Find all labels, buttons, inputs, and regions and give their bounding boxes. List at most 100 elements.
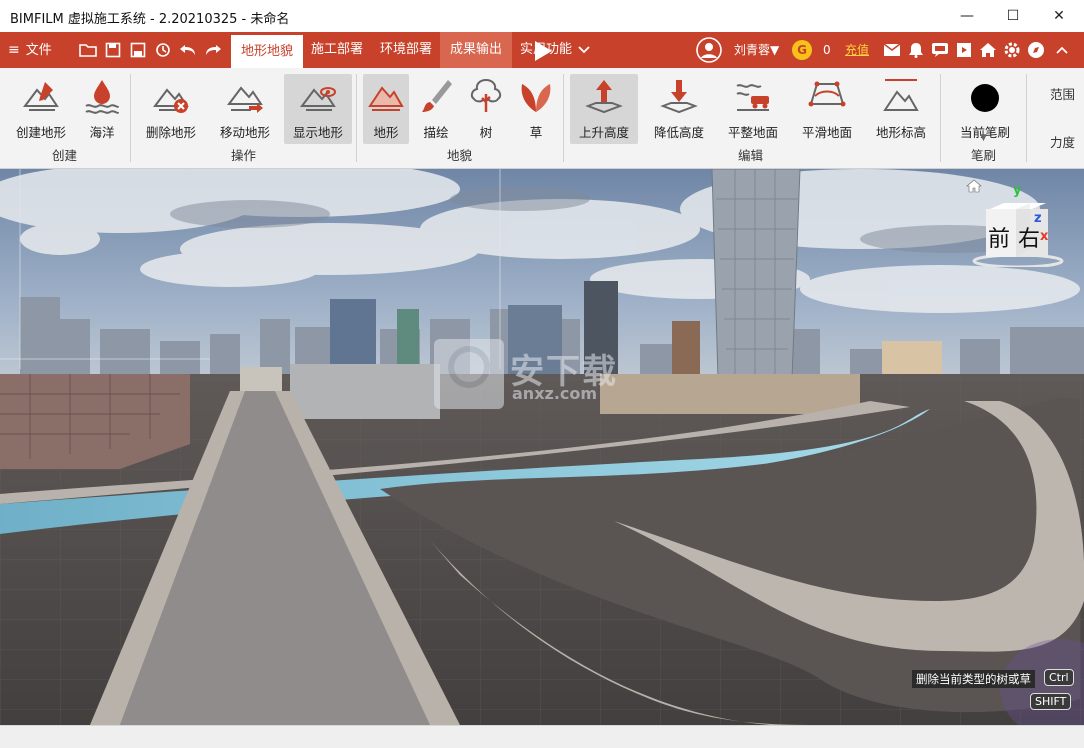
tab-terrain[interactable]: 地形地貌: [231, 35, 304, 68]
move-terrain-icon: [223, 74, 267, 118]
chevron-down-icon[interactable]: ▼: [980, 133, 987, 143]
delete-terrain-button[interactable]: 删除地形: [140, 74, 202, 144]
group-label-operate: 操作: [231, 148, 257, 163]
create-terrain-icon: [19, 74, 63, 118]
delete-terrain-label: 删除地形: [145, 125, 196, 140]
hint-panel: 删除当前类型的树或草 Ctrl SHIFT: [912, 669, 1082, 713]
3d-viewport[interactable]: y x z 前 右 删除当前类型的树或草 Ctrl SHIFT 安下载 anxz…: [0, 169, 1084, 725]
group-label-brush: 笔刷: [971, 148, 997, 163]
cube-right-face[interactable]: 右: [1018, 221, 1040, 253]
group-divider: [563, 74, 564, 162]
message-icon[interactable]: [930, 40, 950, 60]
compass-icon[interactable]: [1026, 40, 1046, 60]
tab-construction[interactable]: 施工部署: [301, 32, 373, 68]
smooth-ground-button[interactable]: 平滑地面: [796, 74, 858, 144]
brush-icon: [414, 74, 458, 118]
mail-icon[interactable]: [882, 40, 902, 60]
strength-label: 力度: [1050, 135, 1076, 150]
delete-terrain-icon: [149, 74, 193, 118]
file-menu[interactable]: ≡ 文件: [8, 32, 52, 68]
terrain-elevation-icon: [879, 74, 923, 118]
terrain-paint-label: 地形: [373, 125, 399, 140]
play-icon[interactable]: [533, 40, 553, 66]
scene-render: [0, 169, 1084, 725]
lower-height-label: 降低高度: [653, 125, 704, 140]
flatten-ground-icon: [731, 74, 775, 118]
grass-icon: [514, 74, 558, 118]
minimize-button[interactable]: —: [944, 0, 990, 32]
group-label-edit: 编辑: [738, 148, 764, 163]
axis-y-label: y: [1013, 183, 1022, 198]
axis-x-label: x: [1040, 229, 1049, 244]
video-icon[interactable]: [954, 40, 974, 60]
range-label: 范围: [1050, 87, 1076, 102]
raise-height-label: 上升高度: [578, 125, 629, 140]
move-terrain-button[interactable]: 移动地形: [214, 74, 276, 144]
group-divider: [940, 74, 941, 162]
collapse-icon[interactable]: [1052, 40, 1072, 60]
home-view-icon[interactable]: [966, 179, 982, 197]
cube-front-face[interactable]: 前: [988, 221, 1010, 253]
draw-label: 描绘: [423, 125, 449, 140]
tree-icon: [464, 74, 508, 118]
draw-button[interactable]: 描绘: [414, 74, 458, 144]
ocean-button[interactable]: 海洋: [78, 74, 126, 144]
grass-button[interactable]: 草: [514, 74, 558, 144]
coin-balance: 0: [823, 43, 831, 57]
history-icon[interactable]: [153, 40, 173, 60]
ocean-label: 海洋: [89, 125, 115, 140]
gear-icon[interactable]: [1002, 40, 1022, 60]
group-label-landform: 地貌: [447, 148, 473, 163]
brush-preview-icon: [963, 74, 1007, 118]
hint-text: 删除当前类型的树或草: [912, 670, 1035, 688]
close-button[interactable]: ✕: [1036, 0, 1082, 32]
undo-icon[interactable]: [178, 40, 198, 60]
flatten-ground-button[interactable]: 平整地面: [722, 74, 784, 144]
tab-output[interactable]: 成果输出: [440, 32, 513, 68]
terrain-paint-icon: [364, 74, 408, 118]
maximize-button[interactable]: ☐: [990, 0, 1036, 32]
terrain-paint-button[interactable]: 地形: [363, 74, 409, 144]
ocean-icon: [80, 74, 124, 118]
lower-height-button[interactable]: 降低高度: [648, 74, 710, 144]
group-divider: [356, 74, 357, 162]
chevron-down-icon[interactable]: [574, 40, 594, 60]
group-divider: [130, 74, 131, 162]
status-bar: [0, 725, 1084, 748]
group-label-create: 创建: [52, 148, 78, 163]
terrain-elevation-button[interactable]: 地形标高: [870, 74, 932, 144]
save-icon[interactable]: [103, 40, 123, 60]
lower-height-icon: [657, 74, 701, 118]
recharge-link[interactable]: 充值: [845, 32, 869, 68]
folder-open-icon[interactable]: [78, 40, 98, 60]
view-cube[interactable]: y x z 前 右: [968, 183, 1068, 269]
hamburger-icon: ≡: [8, 42, 20, 58]
file-menu-label: 文件: [25, 43, 52, 58]
group-divider: [1026, 74, 1027, 162]
create-terrain-label: 创建地形: [15, 125, 66, 140]
watermark-subtext: anxz.com: [512, 384, 598, 403]
user-menu[interactable]: 刘青蓉▼: [734, 32, 779, 68]
raise-height-button[interactable]: 上升高度: [570, 74, 638, 144]
create-terrain-button[interactable]: 创建地形: [10, 74, 72, 144]
terrain-elevation-label: 地形标高: [875, 125, 926, 140]
show-terrain-icon: [296, 74, 340, 118]
raise-height-icon: [582, 74, 626, 118]
flatten-ground-label: 平整地面: [727, 125, 778, 140]
shift-key-badge: SHIFT: [1030, 693, 1072, 710]
bell-icon[interactable]: [906, 40, 926, 60]
tab-environment[interactable]: 环境部署: [370, 32, 442, 68]
show-terrain-button[interactable]: 显示地形: [284, 74, 352, 144]
move-terrain-label: 移动地形: [219, 125, 270, 140]
save-as-icon[interactable]: [128, 40, 148, 60]
title-bar: BIMFILM 虚拟施工系统 - 2.20210325 - 未命名 — ☐ ✕: [0, 0, 1084, 32]
ctrl-key-badge: Ctrl: [1044, 669, 1074, 686]
grass-label: 草: [529, 125, 543, 140]
smooth-ground-icon: [805, 74, 849, 118]
redo-icon[interactable]: [203, 40, 223, 60]
avatar[interactable]: [696, 37, 722, 63]
home-icon[interactable]: [978, 40, 998, 60]
tree-button[interactable]: 树: [464, 74, 508, 144]
coin-icon: G: [792, 40, 812, 60]
window-title: BIMFILM 虚拟施工系统 - 2.20210325 - 未命名: [10, 12, 290, 27]
